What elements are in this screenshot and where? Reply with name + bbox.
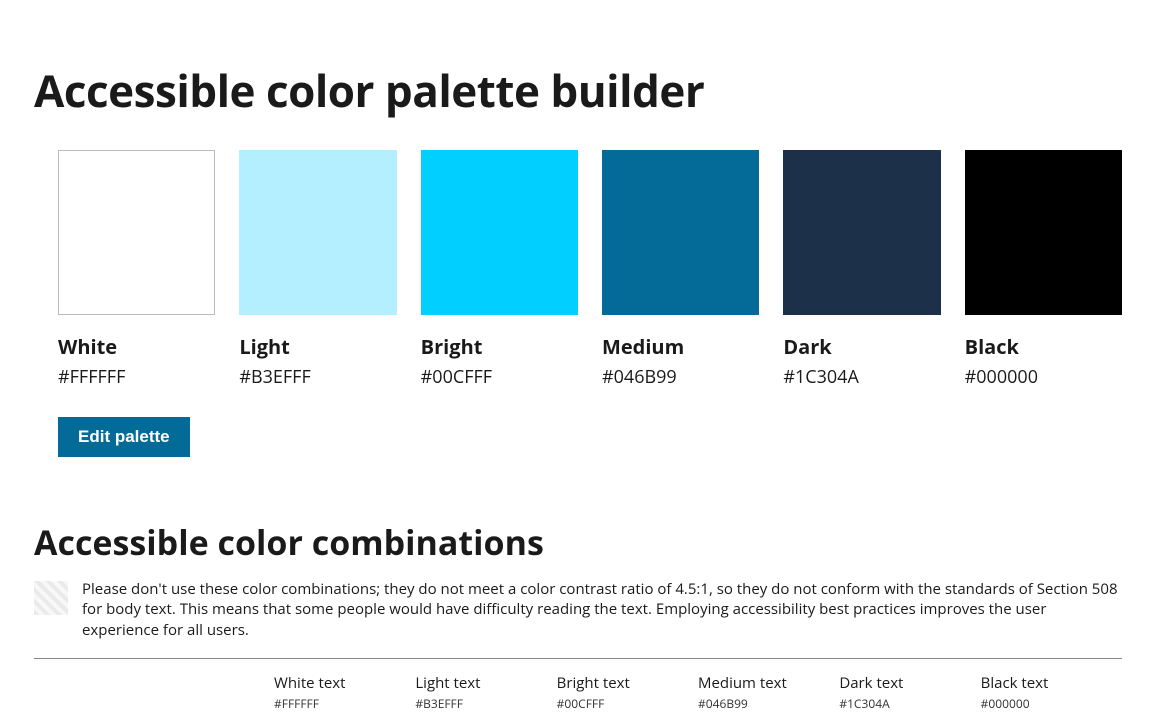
edit-palette-button[interactable]: Edit palette (58, 417, 190, 457)
table-header-hex: #046B99 (698, 695, 829, 712)
table-header-cell: Black text #000000 (981, 673, 1122, 712)
table-header-title: Bright text (557, 673, 688, 693)
swatch-card: Medium #046B99 (602, 150, 759, 389)
swatch-label: Dark (783, 335, 940, 359)
table-header-spacer (34, 673, 274, 712)
warning-note-text: Please don't use these color combination… (82, 579, 1122, 640)
swatch-box[interactable] (421, 150, 578, 315)
swatch-card: Light #B3EFFF (239, 150, 396, 389)
warning-note: Please don't use these color combination… (34, 579, 1122, 640)
swatch-card: Bright #00CFFF (421, 150, 578, 389)
table-header-cell: Bright text #00CFFF (557, 673, 698, 712)
combinations-heading: Accessible color combinations (34, 519, 1122, 565)
swatch-label: Medium (602, 335, 759, 359)
swatch-card: White #FFFFFF (58, 150, 215, 389)
swatch-box[interactable] (965, 150, 1122, 315)
table-header-cell: Dark text #1C304A (839, 673, 980, 712)
swatch-hex: #1C304A (783, 365, 940, 389)
table-header-cell: Medium text #046B99 (698, 673, 839, 712)
swatch-card: Black #000000 (965, 150, 1122, 389)
swatch-label: White (58, 335, 215, 359)
table-header-hex: #FFFFFF (274, 695, 405, 712)
palette-row: White #FFFFFF Light #B3EFFF Bright #00CFFF Med… (58, 150, 1122, 389)
swatch-label: Black (965, 335, 1122, 359)
swatch-card: Dark #1C304A (783, 150, 940, 389)
swatch-label: Bright (421, 335, 578, 359)
table-header-title: Light text (415, 673, 546, 693)
table-header-hex: #00CFFF (557, 695, 688, 712)
table-header-title: White text (274, 673, 405, 693)
hatch-icon (34, 581, 68, 615)
combinations-header-row: White text #FFFFFF Light text #B3EFFF Bright… (34, 658, 1122, 712)
swatch-hex: #FFFFFF (58, 365, 215, 389)
table-header-title: Dark text (839, 673, 970, 693)
swatch-box[interactable] (783, 150, 940, 315)
table-header-hex: #B3EFFF (415, 695, 546, 712)
table-header-cell: White text #FFFFFF (274, 673, 415, 712)
table-header-title: Medium text (698, 673, 829, 693)
swatch-box[interactable] (602, 150, 759, 315)
swatch-hex: #00CFFF (421, 365, 578, 389)
swatch-hex: #B3EFFF (239, 365, 396, 389)
swatch-box[interactable] (239, 150, 396, 315)
table-header-cell: Light text #B3EFFF (415, 673, 556, 712)
page-title: Accessible color palette builder (34, 60, 1122, 120)
table-header-title: Black text (981, 673, 1112, 693)
swatch-hex: #046B99 (602, 365, 759, 389)
swatch-box[interactable] (58, 150, 215, 315)
swatch-hex: #000000 (965, 365, 1122, 389)
swatch-label: Light (239, 335, 396, 359)
table-header-hex: #1C304A (839, 695, 970, 712)
table-header-hex: #000000 (981, 695, 1112, 712)
